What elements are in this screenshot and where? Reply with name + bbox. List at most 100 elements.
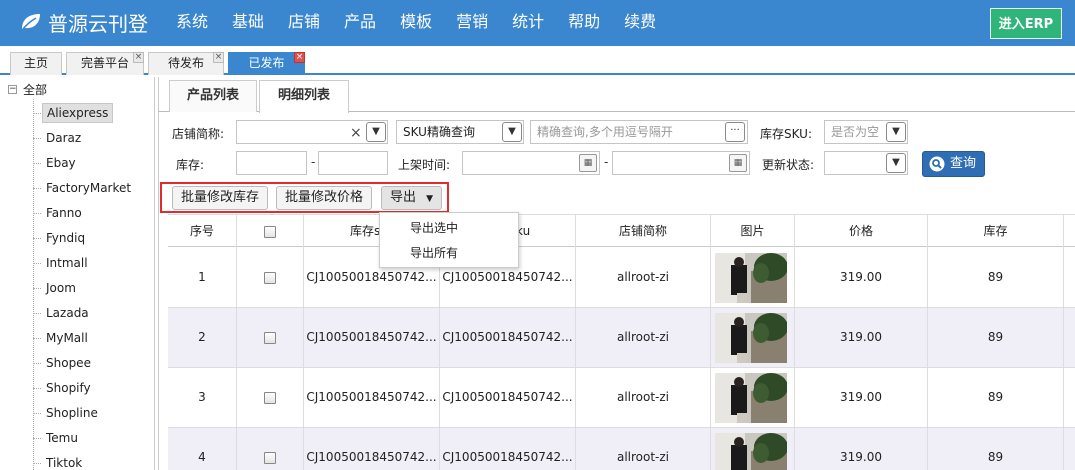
batch-edit-price-button[interactable]: 批量修改价格 (276, 186, 373, 210)
nav-store[interactable]: 店铺 (288, 0, 320, 46)
range-separator: - (311, 155, 316, 169)
tab-complete-platform[interactable]: 完善平台 × (66, 52, 144, 75)
nav-marketing[interactable]: 营销 (456, 0, 488, 46)
row-store: allroot-zi (576, 248, 711, 308)
tree-guide-line (33, 99, 34, 470)
collapse-icon[interactable]: − (8, 85, 17, 94)
tree-item-temu[interactable]: Temu (42, 428, 82, 448)
tree-item-fyndiq[interactable]: Fyndiq (42, 228, 89, 248)
row-checkbox[interactable] (264, 451, 276, 464)
clear-icon[interactable]: × (350, 125, 362, 141)
select-all-checkbox[interactable] (264, 225, 276, 238)
tab-pending-publish[interactable]: 待发布 × (148, 52, 224, 75)
tree-item-intmall[interactable]: Intmall (42, 253, 92, 273)
chevron-down-icon[interactable]: ▼ (886, 122, 906, 142)
thumbnail-shape (737, 353, 747, 363)
stock-sku-label: 库存SKU: (760, 127, 812, 141)
header-stock[interactable]: 库存 (928, 215, 1064, 248)
thumbnail-shape (753, 263, 769, 283)
tree-guide-line (33, 138, 41, 139)
thumbnail-shape (753, 383, 769, 403)
nav-template[interactable]: 模板 (400, 0, 432, 46)
query-button-label: 查询 (950, 156, 977, 171)
platform-tree: − 全部 Aliexpress Daraz Ebay FactoryMarket Fan… (0, 77, 155, 470)
product-thumbnail[interactable] (715, 313, 787, 363)
sku-search-input[interactable]: 精确查询,多个用逗号隔开 (530, 120, 748, 144)
header-image[interactable]: 图片 (711, 215, 795, 248)
row-stock: 89 (928, 248, 1064, 308)
table-header: 序号 库存s ku 店铺简称 图片 价格 库存 (168, 214, 1075, 248)
header-index[interactable]: 序号 (168, 215, 237, 248)
tree-item-tiktok[interactable]: Tiktok (42, 453, 86, 470)
row-checkbox[interactable] (264, 271, 276, 284)
close-icon[interactable]: × (213, 52, 224, 63)
row-store: allroot-zi (576, 368, 711, 428)
batch-edit-stock-button[interactable]: 批量修改库存 (172, 186, 269, 210)
more-options-icon[interactable]: ··· (725, 122, 745, 142)
query-button[interactable]: 查询 (922, 151, 986, 177)
subtab-product-list[interactable]: 产品列表 (169, 80, 257, 112)
close-icon[interactable]: × (294, 52, 305, 63)
detail-table: 序号 库存s ku 店铺简称 图片 价格 库存 1 CJ1005001845074… (168, 214, 1075, 470)
header-price[interactable]: 价格 (795, 215, 928, 248)
tree-item-shopline[interactable]: Shopline (42, 403, 102, 423)
brand-logo[interactable]: 普源云刊登 (20, 8, 148, 36)
row-store: allroot-zi (576, 308, 711, 368)
thumbnail-shape (737, 293, 747, 303)
tab-home-label: 主页 (23, 56, 48, 70)
tree-guide-line (33, 463, 41, 464)
tree-item-shopify[interactable]: Shopify (42, 378, 95, 398)
nav-renew[interactable]: 续费 (624, 0, 656, 46)
tree-guide-line (33, 413, 41, 414)
product-thumbnail[interactable] (715, 253, 787, 303)
product-thumbnail[interactable] (715, 433, 787, 470)
tree-item-ebay[interactable]: Ebay (42, 153, 80, 173)
chevron-down-icon[interactable]: ▼ (502, 122, 522, 142)
export-all-item[interactable]: 导出所有 (380, 241, 518, 265)
row-checkbox[interactable] (264, 331, 276, 344)
table-row[interactable]: 2 CJ10050018450742... CJ10050018450742... a… (168, 308, 1075, 368)
product-thumbnail[interactable] (715, 373, 787, 423)
header-store[interactable]: 店铺简称 (576, 215, 711, 248)
chevron-down-icon[interactable]: ▼ (366, 122, 386, 142)
nav-basic[interactable]: 基础 (232, 0, 264, 46)
tree-item-joom[interactable]: Joom (42, 278, 80, 298)
header-select-all[interactable] (237, 215, 304, 248)
chevron-down-icon[interactable]: ▼ (886, 153, 906, 173)
nav-statistics[interactable]: 统计 (512, 0, 544, 46)
table-row[interactable]: 4 CJ10050018450742... CJ10050018450742... a… (168, 428, 1075, 470)
thumbnail-shape (734, 317, 744, 327)
row-sku: CJ10050018450742... (440, 428, 576, 470)
export-selected-item[interactable]: 导出选中 (380, 216, 518, 240)
stock-from-input[interactable] (236, 151, 307, 175)
table-row[interactable]: 1 CJ10050018450742... CJ10050018450742... a… (168, 248, 1075, 308)
tree-item-factorymarket[interactable]: FactoryMarket (42, 178, 135, 198)
calendar-icon[interactable]: ▦ (579, 154, 597, 172)
row-checkbox[interactable] (264, 391, 276, 404)
close-icon[interactable]: × (133, 52, 144, 63)
tree-item-mymall[interactable]: MyMall (42, 328, 92, 348)
tree-item-lazada[interactable]: Lazada (42, 303, 93, 323)
tree-item-daraz[interactable]: Daraz (42, 128, 85, 148)
calendar-icon[interactable]: ▦ (729, 154, 747, 172)
subtab-detail-list[interactable]: 明细列表 (259, 80, 349, 113)
row-image-cell (711, 308, 795, 368)
thumbnail-shape (734, 437, 744, 447)
nav-product[interactable]: 产品 (344, 0, 376, 46)
enter-erp-button[interactable]: 进入ERP (990, 8, 1062, 39)
tree-guide-line (33, 438, 41, 439)
tree-item-aliexpress[interactable]: Aliexpress (42, 103, 114, 123)
nav-system[interactable]: 系统 (176, 0, 208, 46)
tab-home[interactable]: 主页 (10, 52, 62, 75)
nav-help[interactable]: 帮助 (568, 0, 600, 46)
export-button[interactable]: 导出 ▼ (381, 186, 443, 210)
tab-published[interactable]: 已发布 × (228, 52, 305, 75)
stock-to-input[interactable] (318, 151, 388, 175)
thumbnail-shape (731, 265, 747, 295)
table-row[interactable]: 3 CJ10050018450742... CJ10050018450742... a… (168, 368, 1075, 428)
tree-item-fanno[interactable]: Fanno (42, 203, 86, 223)
tree-guide-line (33, 388, 41, 389)
tab-complete-platform-label: 完善平台 (80, 56, 129, 70)
tree-root[interactable]: − 全部 (8, 81, 47, 98)
tree-item-shopee[interactable]: Shopee (42, 353, 95, 373)
